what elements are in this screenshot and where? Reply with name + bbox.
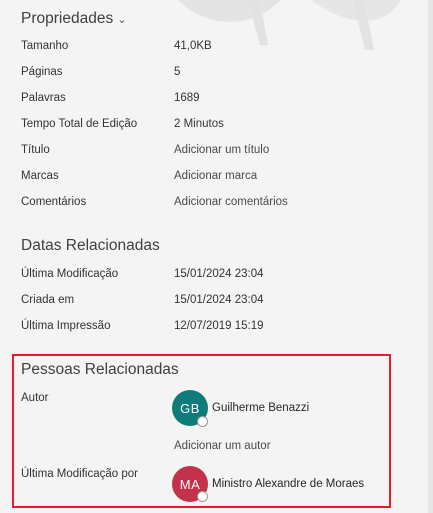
- pages-label: Páginas: [21, 66, 63, 78]
- add-tag-field[interactable]: Adicionar marca: [174, 170, 257, 182]
- panel-edge: [428, 0, 433, 513]
- add-title-field[interactable]: Adicionar um título: [174, 144, 269, 156]
- author-initials: GB: [180, 400, 200, 416]
- edit-time-label: Tempo Total de Edição: [21, 118, 138, 130]
- last-modified-by-label: Última Modificação por: [21, 468, 138, 480]
- edit-time-value: 2 Minutos: [174, 118, 224, 130]
- size-value: 41,0KB: [174, 40, 212, 52]
- author-presence-icon: [197, 416, 208, 427]
- title-label: Título: [21, 144, 50, 156]
- last-modified-value: 15/01/2024 23:04: [174, 268, 264, 280]
- comments-label: Comentários: [21, 196, 87, 208]
- last-modified-label: Última Modificação: [21, 268, 119, 280]
- author-label: Autor: [21, 392, 49, 404]
- words-label: Palavras: [21, 92, 66, 104]
- words-value: 1689: [174, 92, 200, 104]
- tags-label: Marcas: [21, 170, 59, 182]
- last-printed-value: 12/07/2019 15:19: [174, 320, 264, 332]
- last-modified-by-presence-icon: [197, 491, 208, 502]
- properties-title: Propriedades: [21, 10, 114, 27]
- document-properties-panel: Propriedades ⌄ Tamanho 41,0KB Páginas 5 P…: [0, 0, 433, 513]
- last-modified-by-name[interactable]: Ministro Alexandre de Moraes: [212, 478, 364, 490]
- chevron-down-icon[interactable]: ⌄: [117, 14, 126, 26]
- author-name[interactable]: Guilherme Benazzi: [212, 402, 309, 414]
- related-dates-title: Datas Relacionadas: [21, 237, 160, 254]
- pages-value: 5: [174, 66, 181, 78]
- add-author-link[interactable]: Adicionar um autor: [174, 440, 271, 452]
- created-value: 15/01/2024 23:04: [174, 294, 264, 306]
- properties-header[interactable]: Propriedades ⌄: [21, 10, 126, 28]
- created-label: Criada em: [21, 294, 75, 306]
- add-comments-field[interactable]: Adicionar comentários: [174, 196, 288, 208]
- last-modified-by-initials: MA: [179, 476, 201, 492]
- related-people-title: Pessoas Relacionadas: [21, 361, 179, 378]
- size-label: Tamanho: [21, 40, 69, 52]
- last-printed-label: Última Impressão: [21, 320, 111, 332]
